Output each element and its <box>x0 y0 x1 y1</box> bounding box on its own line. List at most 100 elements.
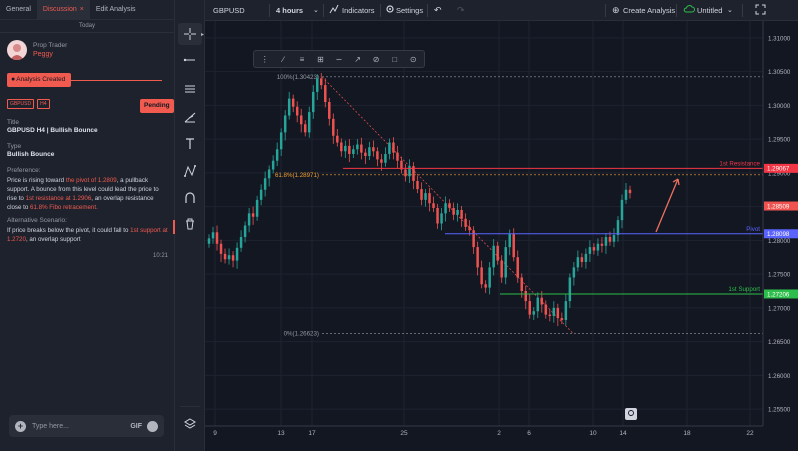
horizontal-lines-icon[interactable] <box>178 78 202 100</box>
trend-line-icon[interactable] <box>178 49 202 71</box>
chevron-right-icon[interactable]: ▸ <box>201 31 204 38</box>
add-attachment-icon[interactable]: + <box>15 420 26 432</box>
avatar[interactable] <box>7 40 27 60</box>
candle-body <box>484 284 487 288</box>
candle <box>295 101 299 123</box>
alternative-text: If price breaks below the pivot, it coul… <box>7 226 169 244</box>
chevron-down-icon[interactable]: ⌄ <box>313 0 319 21</box>
lightbulb-background <box>625 408 637 420</box>
candle-body <box>223 253 227 260</box>
rectangle-icon[interactable]: □ <box>387 55 403 64</box>
price-chart[interactable]: 100%(1.30423) 61.8%(1.28971) 0%(1.26623) 1… <box>205 21 798 451</box>
type-label: Type <box>7 143 22 150</box>
message-timestamp: 10:21 <box>153 253 169 259</box>
candle-body <box>340 142 343 152</box>
indicators-button[interactable]: Indicators <box>342 0 375 21</box>
redo-icon[interactable]: ↷ <box>457 0 465 21</box>
candle-body <box>456 210 459 215</box>
tab-discussion[interactable]: Discussion × <box>36 0 90 20</box>
price-axis: 1.310001.305001.300001.295001.290001.285… <box>762 21 798 451</box>
message-input-box[interactable]: + Type here... GIF <box>9 415 164 437</box>
user-name[interactable]: Peggy <box>33 51 67 58</box>
settings-button[interactable]: Settings <box>396 0 423 21</box>
arrow-tool-icon[interactable]: ↗ <box>350 55 366 64</box>
candle-body <box>283 115 287 133</box>
layers-icon[interactable] <box>178 413 202 435</box>
emoji-icon[interactable] <box>147 420 158 432</box>
magnet-icon[interactable] <box>178 187 202 209</box>
candle-body <box>324 85 327 102</box>
candle-body <box>592 247 596 251</box>
time-tick-label: 6 <box>527 430 531 437</box>
close-icon[interactable]: × <box>80 6 84 13</box>
crosshair-icon[interactable]: ⊙ <box>406 55 422 64</box>
price-tick-label: 1.25500 <box>768 407 791 414</box>
divider <box>427 4 428 17</box>
symbol-search[interactable]: GBPUSD <box>213 0 245 21</box>
list-icon[interactable]: ≡ <box>294 55 310 64</box>
candle-body <box>448 203 451 208</box>
gif-button[interactable]: GIF <box>130 423 142 430</box>
level-name-label: 1st Support <box>728 286 760 293</box>
preference-highlight-3: 61.8% Fibo retracement. <box>30 204 98 211</box>
tab-general[interactable]: General <box>0 0 37 20</box>
candle <box>412 162 415 190</box>
fib-level-label: 100%(1.30423) <box>277 74 319 81</box>
indicators-icon[interactable] <box>329 0 339 21</box>
app-window: General Discussion × Edit Analysis Today … <box>0 0 798 451</box>
candle <box>267 165 271 187</box>
drag-handle-icon[interactable]: ⋮ <box>257 55 273 64</box>
candle <box>360 137 363 160</box>
candle-body <box>512 233 515 258</box>
candle <box>247 207 251 233</box>
alternative-text-2: , an overlap support <box>25 236 81 243</box>
candle <box>307 106 311 138</box>
divider <box>323 4 324 17</box>
text-tool-icon[interactable] <box>178 133 202 155</box>
fullscreen-icon[interactable] <box>755 0 766 21</box>
symbol-tag: GBPUSD <box>7 99 35 109</box>
candle-body <box>560 318 564 321</box>
candle <box>612 228 616 248</box>
candle-body <box>600 243 604 246</box>
divider <box>742 4 743 17</box>
divider <box>180 406 200 407</box>
crosshair-icon[interactable] <box>178 23 202 45</box>
ruler-icon[interactable]: ⊘ <box>368 55 384 64</box>
fib-tool-icon[interactable]: ⊞ <box>313 55 329 64</box>
candle <box>548 309 552 322</box>
pitchfork-icon[interactable] <box>178 106 202 128</box>
line-tool-icon[interactable]: ∕ <box>276 55 292 64</box>
undo-icon[interactable]: ↶ <box>434 0 442 21</box>
candle <box>239 230 243 252</box>
status-badge[interactable]: Pending <box>140 99 174 113</box>
chart-canvas[interactable]: 100%(1.30423) 61.8%(1.28971) 0%(1.26623) 1… <box>205 21 798 451</box>
divider <box>605 4 606 17</box>
candle-body <box>520 277 523 291</box>
candle-body <box>307 112 311 133</box>
plus-circle-icon[interactable]: ⊕ <box>612 0 620 21</box>
gear-icon[interactable] <box>385 0 395 21</box>
price-tick-label: 1.29500 <box>768 137 791 144</box>
candle-body <box>544 304 548 315</box>
candle-body <box>548 314 552 316</box>
chevron-down-icon[interactable]: ⌄ <box>727 0 733 21</box>
chart-header: GBPUSD 4 hours ⌄ Indicators Settings ↶ ↷… <box>205 0 798 21</box>
candle-body <box>251 213 255 217</box>
candle <box>536 292 540 318</box>
brush-icon[interactable]: ∽ <box>331 55 347 64</box>
message-input[interactable]: Type here... <box>32 423 130 430</box>
message-author: Prop Trader Peggy <box>7 40 67 60</box>
layout-name[interactable]: Untitled <box>697 0 722 21</box>
candle <box>235 242 239 269</box>
create-analysis-button[interactable]: Create Analysis <box>623 0 675 21</box>
tab-edit-analysis[interactable]: Edit Analysis <box>90 0 142 20</box>
time-tick-label: 17 <box>308 430 316 437</box>
interval-select[interactable]: 4 hours <box>276 0 303 21</box>
candle <box>504 240 507 285</box>
user-role: Prop Trader <box>33 42 68 49</box>
pattern-tool-icon[interactable] <box>178 160 202 182</box>
trash-icon[interactable] <box>178 213 202 235</box>
candle-body <box>556 307 560 318</box>
candle <box>299 108 303 133</box>
